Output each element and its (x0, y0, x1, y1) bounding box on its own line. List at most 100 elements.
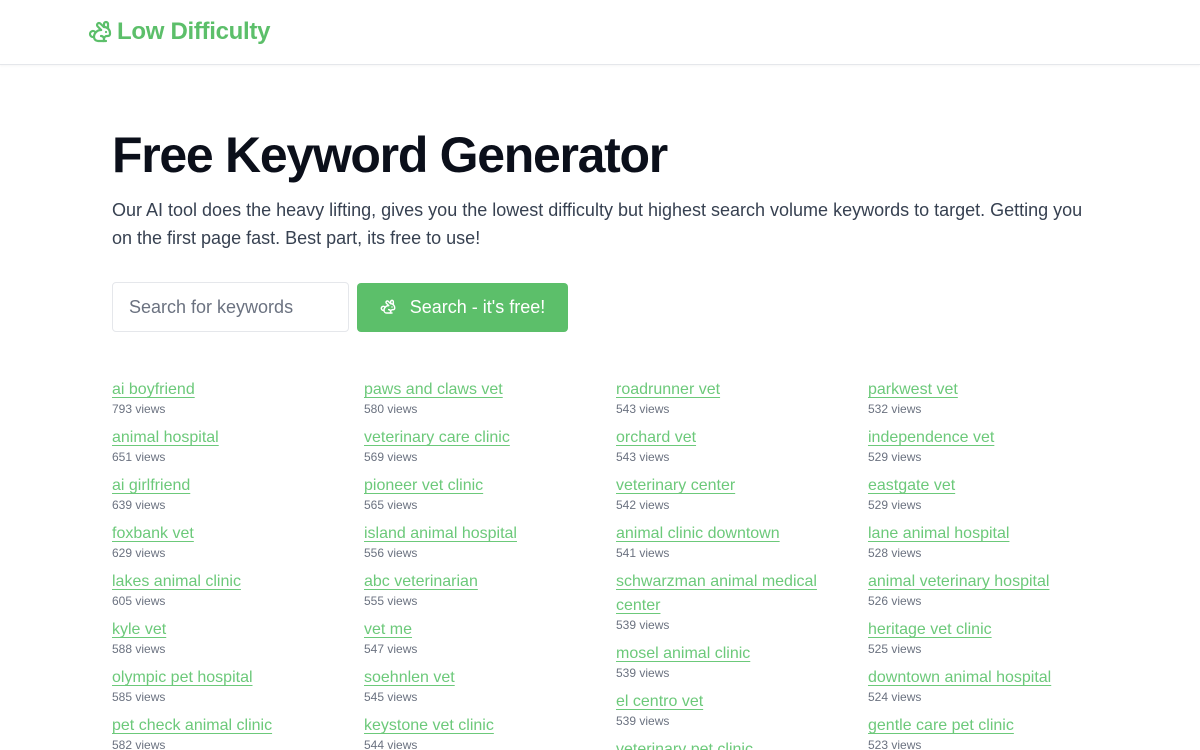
keyword-link[interactable]: animal veterinary hospital (868, 570, 1098, 594)
keyword-item: abc veterinarian 555 views (364, 570, 616, 608)
keyword-item: pet check animal clinic 582 views (112, 714, 364, 750)
keyword-link[interactable]: lane animal hospital (868, 522, 1098, 546)
keyword-link[interactable]: el centro vet (616, 690, 846, 714)
keyword-link[interactable]: downtown animal hospital (868, 666, 1098, 690)
keyword-link[interactable]: heritage vet clinic (868, 618, 1098, 642)
keyword-views: 541 views (616, 546, 670, 560)
keyword-link[interactable]: veterinary pet clinic (616, 738, 846, 750)
keyword-item: soehnlen vet 545 views (364, 666, 616, 704)
keyword-views: 605 views (112, 594, 166, 608)
keyword-item: ai boyfriend 793 views (112, 378, 364, 416)
site-header: Low Difficulty (0, 0, 1200, 65)
keyword-item: lakes animal clinic 605 views (112, 570, 364, 608)
keyword-link[interactable]: eastgate vet (868, 474, 1098, 498)
keyword-views: 588 views (112, 642, 166, 656)
keyword-item: kyle vet 588 views (112, 618, 364, 656)
keyword-link[interactable]: foxbank vet (112, 522, 342, 546)
keyword-column: parkwest vet 532 views independence vet 52… (868, 378, 1120, 750)
search-form: Search - it's free! (112, 282, 1200, 332)
keyword-link[interactable]: schwarzman animal medical center (616, 570, 846, 618)
keyword-column: ai boyfriend 793 views animal hospital 651… (112, 378, 364, 750)
keyword-item: island animal hospital 556 views (364, 522, 616, 560)
keyword-link[interactable]: pet check animal clinic (112, 714, 342, 738)
keyword-item: animal veterinary hospital 526 views (868, 570, 1120, 608)
keyword-views: 524 views (868, 690, 922, 704)
keyword-link[interactable]: pioneer vet clinic (364, 474, 594, 498)
keyword-views: 793 views (112, 402, 166, 416)
keyword-link[interactable]: vet me (364, 618, 594, 642)
keyword-link[interactable]: abc veterinarian (364, 570, 594, 594)
keyword-item: pioneer vet clinic 565 views (364, 474, 616, 512)
keyword-item: orchard vet 543 views (616, 426, 868, 464)
keyword-views: 532 views (868, 402, 922, 416)
keyword-item: foxbank vet 629 views (112, 522, 364, 560)
keyword-views: 585 views (112, 690, 166, 704)
keyword-item: animal hospital 651 views (112, 426, 364, 464)
keyword-views: 580 views (364, 402, 418, 416)
keyword-item: olympic pet hospital 585 views (112, 666, 364, 704)
keyword-link[interactable]: paws and claws vet (364, 378, 594, 402)
keyword-link[interactable]: mosel animal clinic (616, 642, 846, 666)
keyword-item: heritage vet clinic 525 views (868, 618, 1120, 656)
keyword-link[interactable]: keystone vet clinic (364, 714, 594, 738)
keyword-views: 528 views (868, 546, 922, 560)
keyword-views: 582 views (112, 738, 166, 750)
keyword-column: roadrunner vet 543 views orchard vet 543 v… (616, 378, 868, 750)
page-subtitle: Our AI tool does the heavy lifting, give… (112, 200, 1083, 248)
keyword-views: 539 views (616, 714, 670, 728)
keyword-grid: ai boyfriend 793 views animal hospital 651… (112, 378, 1200, 750)
keyword-link[interactable]: animal hospital (112, 426, 342, 450)
keyword-item: roadrunner vet 543 views (616, 378, 868, 416)
keyword-search-input[interactable] (112, 282, 349, 332)
keyword-item: keystone vet clinic 544 views (364, 714, 616, 750)
keyword-views: 565 views (364, 498, 418, 512)
keyword-views: 543 views (616, 402, 670, 416)
keyword-link[interactable]: island animal hospital (364, 522, 594, 546)
main-content: Free Keyword Generator Our AI tool does … (0, 65, 1200, 750)
keyword-link[interactable]: ai boyfriend (112, 378, 342, 402)
keyword-views: 547 views (364, 642, 418, 656)
keyword-item: ai girlfriend 639 views (112, 474, 364, 512)
keyword-link[interactable]: lakes animal clinic (112, 570, 342, 594)
keyword-link[interactable]: roadrunner vet (616, 378, 846, 402)
keyword-item: animal clinic downtown 541 views (616, 522, 868, 560)
keyword-link[interactable]: ai girlfriend (112, 474, 342, 498)
keyword-views: 651 views (112, 450, 166, 464)
keyword-link[interactable]: veterinary care clinic (364, 426, 594, 450)
keyword-item: el centro vet 539 views (616, 690, 868, 728)
keyword-link[interactable]: independence vet (868, 426, 1098, 450)
rabbit-icon (380, 299, 396, 315)
keyword-views: 525 views (868, 642, 922, 656)
keyword-link[interactable]: orchard vet (616, 426, 846, 450)
brand-name: Low Difficulty (117, 18, 271, 45)
keyword-views: 539 views (616, 618, 670, 632)
keyword-item: veterinary care clinic 569 views (364, 426, 616, 464)
keyword-item: veterinary pet clinic (616, 738, 868, 750)
keyword-column: paws and claws vet 580 views veterinary c… (364, 378, 616, 750)
keyword-item: lane animal hospital 528 views (868, 522, 1120, 560)
search-button[interactable]: Search - it's free! (357, 282, 568, 332)
keyword-link[interactable]: gentle care pet clinic (868, 714, 1098, 738)
search-button-label: Search - it's free! (409, 296, 546, 317)
keyword-views: 555 views (364, 594, 418, 608)
keyword-item: eastgate vet 529 views (868, 474, 1120, 512)
keyword-views: 569 views (364, 450, 418, 464)
keyword-item: parkwest vet 532 views (868, 378, 1120, 416)
keyword-views: 629 views (112, 546, 166, 560)
keyword-views: 539 views (616, 666, 670, 680)
brand-logo-link[interactable]: Low Difficulty (88, 18, 270, 46)
keyword-views: 544 views (364, 738, 418, 750)
page-title: Free Keyword Generator (112, 127, 668, 183)
rabbit-icon (88, 20, 112, 44)
keyword-link[interactable]: kyle vet (112, 618, 342, 642)
keyword-link[interactable]: animal clinic downtown (616, 522, 846, 546)
keyword-views: 526 views (868, 594, 922, 608)
keyword-link[interactable]: olympic pet hospital (112, 666, 342, 690)
keyword-link[interactable]: soehnlen vet (364, 666, 594, 690)
keyword-item: veterinary center 542 views (616, 474, 868, 512)
keyword-link[interactable]: veterinary center (616, 474, 846, 498)
keyword-views: 556 views (364, 546, 418, 560)
keyword-views: 529 views (868, 450, 922, 464)
keyword-link[interactable]: parkwest vet (868, 378, 1098, 402)
keyword-item: independence vet 529 views (868, 426, 1120, 464)
